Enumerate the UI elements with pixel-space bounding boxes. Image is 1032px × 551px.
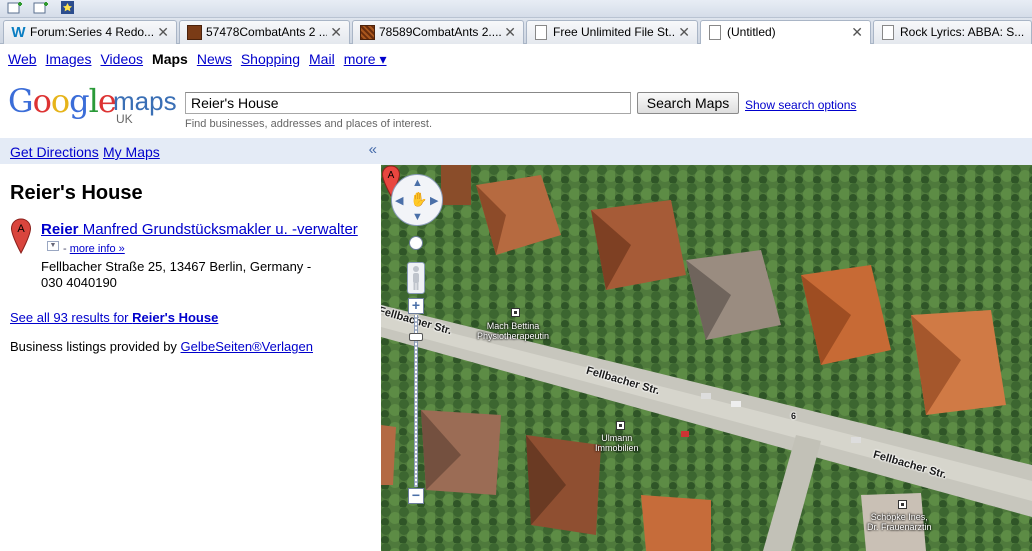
- nav-images[interactable]: Images: [46, 51, 92, 67]
- zoom-in-button[interactable]: +: [408, 298, 424, 314]
- logo-region: UK: [116, 112, 133, 126]
- phone-line: 030 4040190: [41, 275, 117, 290]
- show-search-options-link[interactable]: Show search options: [745, 98, 856, 112]
- tab-file-storage[interactable]: Free Unlimited File St... ✕: [526, 20, 698, 44]
- satellite-map[interactable]: Fellbacher Str. Fellbacher Str. Fellbach…: [381, 165, 1032, 551]
- pan-control[interactable]: ▲ ▼ ◀ ▶ ✋: [391, 174, 443, 226]
- see-all-prefix: See all 93 results for: [10, 310, 133, 325]
- pan-up-icon[interactable]: ▲: [412, 177, 423, 189]
- result-title-rest: Manfred Grundstücksmakler u. -verwalter: [78, 221, 358, 238]
- search-maps-button[interactable]: Search Maps: [637, 92, 739, 114]
- document-icon: [882, 25, 894, 40]
- address-line: Fellbacher Straße 25, 13467 Berlin, Germ…: [41, 259, 312, 274]
- poi-icon[interactable]: [511, 308, 520, 317]
- poi-label: Schöpke Ines, Dr. Frauenärztin: [867, 512, 932, 532]
- image-icon: [360, 25, 375, 40]
- bookmark-star-icon[interactable]: [60, 1, 76, 15]
- dropdown-arrow-icon[interactable]: ▼: [47, 241, 59, 251]
- browser-toolbar: [0, 0, 1032, 18]
- result-address: Fellbacher Straße 25, 13467 Berlin, Germ…: [41, 259, 311, 291]
- listing-credit: Business listings provided by GelbeSeite…: [10, 339, 313, 354]
- more-info: - more info »: [63, 243, 125, 255]
- document-icon: [535, 25, 547, 40]
- pan-left-icon[interactable]: ◀: [395, 194, 403, 207]
- image-icon: [187, 25, 202, 40]
- close-icon[interactable]: ✕: [851, 21, 863, 43]
- street-view-pegman-icon[interactable]: [407, 262, 425, 294]
- poi-label: Mach Bettina Physiotherapeutin: [477, 321, 549, 341]
- close-icon[interactable]: ✕: [504, 21, 516, 43]
- tab-rock-lyrics[interactable]: Rock Lyrics: ABBA: S...: [873, 20, 1032, 44]
- google-logo-icon: Google: [8, 82, 117, 120]
- tab-title: Free Unlimited File St...: [553, 25, 675, 39]
- new-tab-icon[interactable]: [7, 1, 23, 15]
- poi-line: Immobilien: [595, 443, 639, 453]
- nav-web[interactable]: Web: [8, 51, 37, 67]
- close-icon[interactable]: ✕: [678, 21, 690, 43]
- reset-rotation-icon[interactable]: [409, 236, 423, 250]
- close-icon[interactable]: ✕: [330, 21, 342, 43]
- poi-icon[interactable]: [898, 500, 907, 509]
- get-directions-link[interactable]: Get Directions: [10, 144, 99, 160]
- poi-line: Ulmann: [601, 433, 633, 443]
- poi-icon[interactable]: [616, 421, 625, 430]
- poi-line: Dr. Frauenärztin: [867, 522, 932, 532]
- tab-combatants-1[interactable]: 57478CombatAnts 2 ... ✕: [179, 20, 350, 44]
- panel-header: Get Directions My Maps «: [0, 138, 381, 164]
- satellite-imagery: [381, 165, 1032, 551]
- nav-shopping[interactable]: Shopping: [241, 51, 300, 67]
- results-panel: Reier's House A Reier Manfred Grundstück…: [0, 164, 381, 551]
- new-window-icon[interactable]: [33, 1, 49, 15]
- collapse-panel-icon[interactable]: «: [369, 141, 377, 158]
- see-all-bold: Reier's House: [132, 310, 219, 325]
- tab-forum[interactable]: W Forum:Series 4 Redo... ✕: [3, 20, 177, 44]
- search-input[interactable]: [185, 92, 631, 114]
- map-top-band: [381, 138, 1032, 165]
- more-info-link[interactable]: more info »: [70, 243, 125, 255]
- poi-line: Schöpke Ines,: [870, 512, 928, 522]
- nav-more[interactable]: more ▾: [344, 51, 387, 67]
- marker-letter: A: [17, 223, 25, 235]
- result-title-bold: Reier: [41, 221, 79, 238]
- close-icon[interactable]: ✕: [157, 21, 169, 43]
- tab-title: (Untitled): [727, 25, 776, 39]
- tab-bar: W Forum:Series 4 Redo... ✕ 57478CombatAn…: [0, 18, 1032, 44]
- pin-letter: A: [388, 170, 395, 181]
- poi-line: Physiotherapeutin: [477, 331, 550, 341]
- listing-prefix: Business listings provided by: [10, 339, 181, 354]
- pan-right-icon[interactable]: ▶: [430, 194, 438, 207]
- search-hint: Find businesses, addresses and places of…: [185, 118, 433, 130]
- page-title: Reier's House: [10, 182, 143, 204]
- google-nav: Web Images Videos Maps News Shopping Mail more …: [8, 51, 396, 68]
- tab-title: 57478CombatAnts 2 ...: [206, 25, 327, 39]
- tab-combatants-2[interactable]: 78589CombatAnts 2.... ✕: [352, 20, 524, 44]
- result-title-link[interactable]: Reier Manfred Grundstücksmakler u. -verw…: [41, 221, 358, 238]
- poi-line: Mach Bettina: [486, 321, 540, 331]
- house-number: 6: [791, 411, 797, 421]
- tab-title: Rock Lyrics: ABBA: S...: [900, 25, 1025, 39]
- zoom-out-button[interactable]: −: [408, 488, 424, 504]
- more-info-prefix: -: [63, 243, 70, 255]
- nav-maps: Maps: [152, 51, 188, 67]
- nav-mail[interactable]: Mail: [309, 51, 335, 67]
- nav-videos[interactable]: Videos: [100, 51, 143, 67]
- tab-title: Forum:Series 4 Redo...: [30, 25, 154, 39]
- zoom-slider-thumb[interactable]: [409, 333, 423, 341]
- tab-title: 78589CombatAnts 2....: [379, 25, 501, 39]
- w-icon: W: [11, 24, 26, 41]
- hand-icon: ✋: [410, 191, 428, 207]
- my-maps-link[interactable]: My Maps: [103, 144, 160, 160]
- result-marker-icon[interactable]: A: [10, 218, 32, 254]
- pan-down-icon[interactable]: ▼: [412, 211, 423, 223]
- poi-label: Ulmann Immobilien: [595, 433, 639, 453]
- document-icon: [709, 25, 721, 40]
- listing-provider-link[interactable]: GelbeSeiten®Verlagen: [181, 339, 313, 354]
- tab-untitled[interactable]: (Untitled) ✕: [700, 20, 871, 44]
- see-all-results-link[interactable]: See all 93 results for Reier's House: [10, 310, 218, 325]
- nav-news[interactable]: News: [197, 51, 232, 67]
- google-maps-logo[interactable]: Google maps UK: [8, 84, 180, 128]
